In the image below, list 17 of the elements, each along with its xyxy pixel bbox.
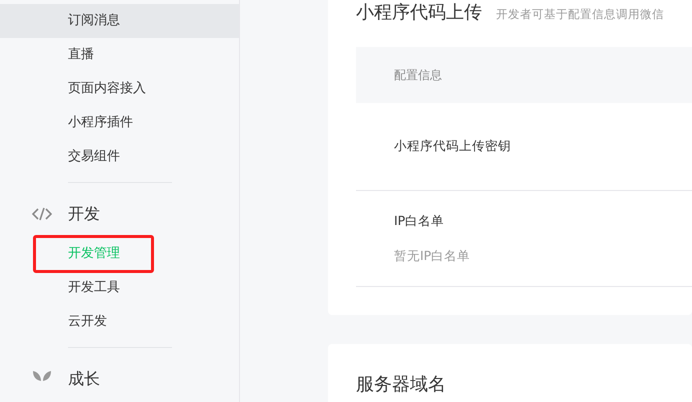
sidebar-section-title: 开发 xyxy=(68,204,100,224)
sidebar-item[interactable]: 开发工具 xyxy=(0,271,239,305)
sidebar-item[interactable]: 云开发 xyxy=(0,305,239,339)
sidebar-item[interactable]: 交易组件 xyxy=(0,140,239,174)
card-description: 开发者可基于配置信息调用微信 xyxy=(496,7,664,22)
empty-note: 暂无IP白名单 xyxy=(394,248,472,265)
code-icon xyxy=(32,207,52,221)
config-label: 小程序代码上传密钥 xyxy=(394,138,511,155)
config-label: IP白名单 xyxy=(394,213,446,230)
sidebar-section-title: 成长 xyxy=(68,368,100,390)
sidebar-item[interactable]: 页面内容接入 xyxy=(0,72,239,106)
sidebar-item[interactable]: 小程序插件 xyxy=(0,106,239,140)
card-title: 服务器域名 xyxy=(356,373,446,396)
table-header: 配置信息 xyxy=(356,47,692,103)
sidebar-item[interactable]: 直播 xyxy=(0,38,239,72)
sidebar-item[interactable]: 订阅消息 xyxy=(0,4,239,38)
card-title: 小程序代码上传 xyxy=(356,1,482,24)
